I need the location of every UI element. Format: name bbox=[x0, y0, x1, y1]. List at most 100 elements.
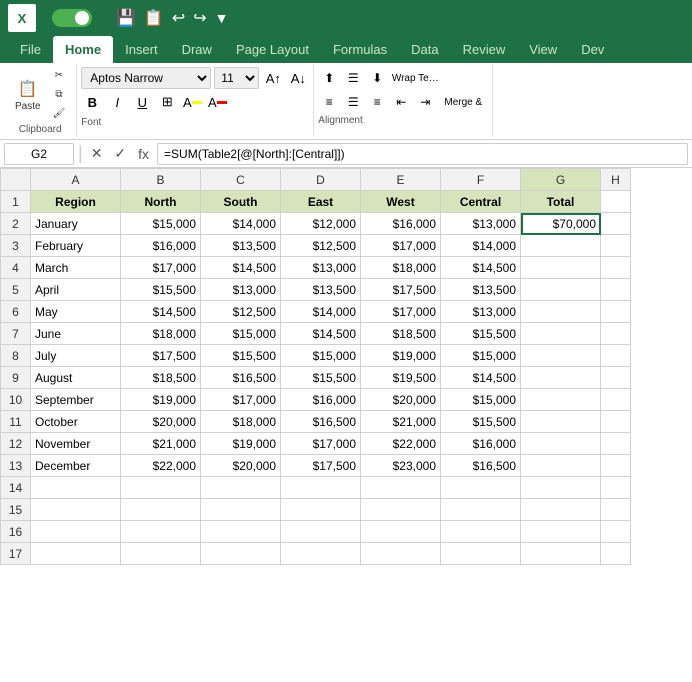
cell-b7[interactable]: $18,000 bbox=[121, 323, 201, 345]
cell-b15[interactable] bbox=[121, 499, 201, 521]
tab-review[interactable]: Review bbox=[451, 36, 518, 63]
cell-c2[interactable]: $14,000 bbox=[201, 213, 281, 235]
cell-d5[interactable]: $13,500 bbox=[281, 279, 361, 301]
cell-a16[interactable] bbox=[31, 521, 121, 543]
row-num-5[interactable]: 5 bbox=[1, 279, 31, 301]
cell-c7[interactable]: $15,000 bbox=[201, 323, 281, 345]
tab-page-layout[interactable]: Page Layout bbox=[224, 36, 321, 63]
cell-g9[interactable] bbox=[521, 367, 601, 389]
cell-d14[interactable] bbox=[281, 477, 361, 499]
copy-button[interactable]: ⧉ bbox=[48, 86, 71, 103]
cell-b17[interactable] bbox=[121, 543, 201, 565]
italic-button[interactable]: I bbox=[106, 91, 128, 113]
cell-h6[interactable] bbox=[601, 301, 631, 323]
confirm-formula-icon[interactable]: ✓ bbox=[110, 143, 130, 164]
cell-f15[interactable] bbox=[441, 499, 521, 521]
cell-d3[interactable]: $12,500 bbox=[281, 235, 361, 257]
cell-c15[interactable] bbox=[201, 499, 281, 521]
autosave-toggle[interactable] bbox=[52, 9, 92, 27]
cell-f13[interactable]: $16,500 bbox=[441, 455, 521, 477]
row-num-9[interactable]: 9 bbox=[1, 367, 31, 389]
cell-f17[interactable] bbox=[441, 543, 521, 565]
save-icon[interactable]: 💾 bbox=[116, 8, 136, 28]
cell-g13[interactable] bbox=[521, 455, 601, 477]
cell-c3[interactable]: $13,500 bbox=[201, 235, 281, 257]
row-num-17[interactable]: 17 bbox=[1, 543, 31, 565]
cell-b9[interactable]: $18,500 bbox=[121, 367, 201, 389]
border-button[interactable]: ⊞ bbox=[156, 91, 178, 113]
cell-f16[interactable] bbox=[441, 521, 521, 543]
cell-b3[interactable]: $16,000 bbox=[121, 235, 201, 257]
cell-e14[interactable] bbox=[361, 477, 441, 499]
cell-a3[interactable]: February bbox=[31, 235, 121, 257]
row-num-7[interactable]: 7 bbox=[1, 323, 31, 345]
cell-f5[interactable]: $13,500 bbox=[441, 279, 521, 301]
cell-f14[interactable] bbox=[441, 477, 521, 499]
cell-h1[interactable] bbox=[601, 191, 631, 213]
cell-b6[interactable]: $14,500 bbox=[121, 301, 201, 323]
cell-d15[interactable] bbox=[281, 499, 361, 521]
cell-g17[interactable] bbox=[521, 543, 601, 565]
cell-a17[interactable] bbox=[31, 543, 121, 565]
col-header-d[interactable]: D bbox=[281, 169, 361, 191]
cell-h5[interactable] bbox=[601, 279, 631, 301]
indent-dec-button[interactable]: ⇤ bbox=[390, 91, 412, 113]
cell-a9[interactable]: August bbox=[31, 367, 121, 389]
wrap-text-button[interactable]: Wrap Te… bbox=[390, 67, 440, 89]
cell-g4[interactable] bbox=[521, 257, 601, 279]
cell-c1[interactable]: South bbox=[201, 191, 281, 213]
cell-h15[interactable] bbox=[601, 499, 631, 521]
cell-e3[interactable]: $17,000 bbox=[361, 235, 441, 257]
col-header-b[interactable]: B bbox=[121, 169, 201, 191]
row-num-15[interactable]: 15 bbox=[1, 499, 31, 521]
cell-reference-input[interactable] bbox=[4, 143, 74, 165]
cell-e2[interactable]: $16,000 bbox=[361, 213, 441, 235]
row-num-6[interactable]: 6 bbox=[1, 301, 31, 323]
cell-a13[interactable]: December bbox=[31, 455, 121, 477]
cell-a1[interactable]: Region bbox=[31, 191, 121, 213]
cell-d12[interactable]: $17,000 bbox=[281, 433, 361, 455]
align-bottom-button[interactable]: ⬇ bbox=[366, 67, 388, 89]
cell-e6[interactable]: $17,000 bbox=[361, 301, 441, 323]
tab-draw[interactable]: Draw bbox=[170, 36, 224, 63]
cell-h17[interactable] bbox=[601, 543, 631, 565]
decrease-font-button[interactable]: A↓ bbox=[287, 67, 309, 89]
cell-h9[interactable] bbox=[601, 367, 631, 389]
cell-a10[interactable]: September bbox=[31, 389, 121, 411]
row-num-16[interactable]: 16 bbox=[1, 521, 31, 543]
cell-f10[interactable]: $15,000 bbox=[441, 389, 521, 411]
align-right-button[interactable]: ≡ bbox=[366, 91, 388, 113]
cell-h10[interactable] bbox=[601, 389, 631, 411]
tab-dev[interactable]: Dev bbox=[569, 36, 616, 63]
cell-d10[interactable]: $16,000 bbox=[281, 389, 361, 411]
col-header-g[interactable]: G bbox=[521, 169, 601, 191]
tab-home[interactable]: Home bbox=[53, 36, 113, 63]
align-top-button[interactable]: ⬆ bbox=[318, 67, 340, 89]
cell-b11[interactable]: $20,000 bbox=[121, 411, 201, 433]
cell-e17[interactable] bbox=[361, 543, 441, 565]
cell-a15[interactable] bbox=[31, 499, 121, 521]
tab-data[interactable]: Data bbox=[399, 36, 450, 63]
merge-center-button[interactable]: Merge & bbox=[438, 91, 488, 113]
cell-g8[interactable] bbox=[521, 345, 601, 367]
row-num-2[interactable]: 2 bbox=[1, 213, 31, 235]
cell-b12[interactable]: $21,000 bbox=[121, 433, 201, 455]
cell-c12[interactable]: $19,000 bbox=[201, 433, 281, 455]
cell-g14[interactable] bbox=[521, 477, 601, 499]
font-color-button[interactable]: A bbox=[206, 91, 228, 113]
cell-g5[interactable] bbox=[521, 279, 601, 301]
cell-g12[interactable] bbox=[521, 433, 601, 455]
row-num-3[interactable]: 3 bbox=[1, 235, 31, 257]
cell-g11[interactable] bbox=[521, 411, 601, 433]
cell-e15[interactable] bbox=[361, 499, 441, 521]
cell-a2[interactable]: January bbox=[31, 213, 121, 235]
cell-a14[interactable] bbox=[31, 477, 121, 499]
row-num-8[interactable]: 8 bbox=[1, 345, 31, 367]
cell-a11[interactable]: October bbox=[31, 411, 121, 433]
fill-color-button[interactable]: A bbox=[181, 91, 203, 113]
cell-g1[interactable]: Total bbox=[521, 191, 601, 213]
row-num-11[interactable]: 11 bbox=[1, 411, 31, 433]
cell-c6[interactable]: $12,500 bbox=[201, 301, 281, 323]
cell-e9[interactable]: $19,500 bbox=[361, 367, 441, 389]
save-as-icon[interactable]: 📋 bbox=[144, 8, 164, 28]
